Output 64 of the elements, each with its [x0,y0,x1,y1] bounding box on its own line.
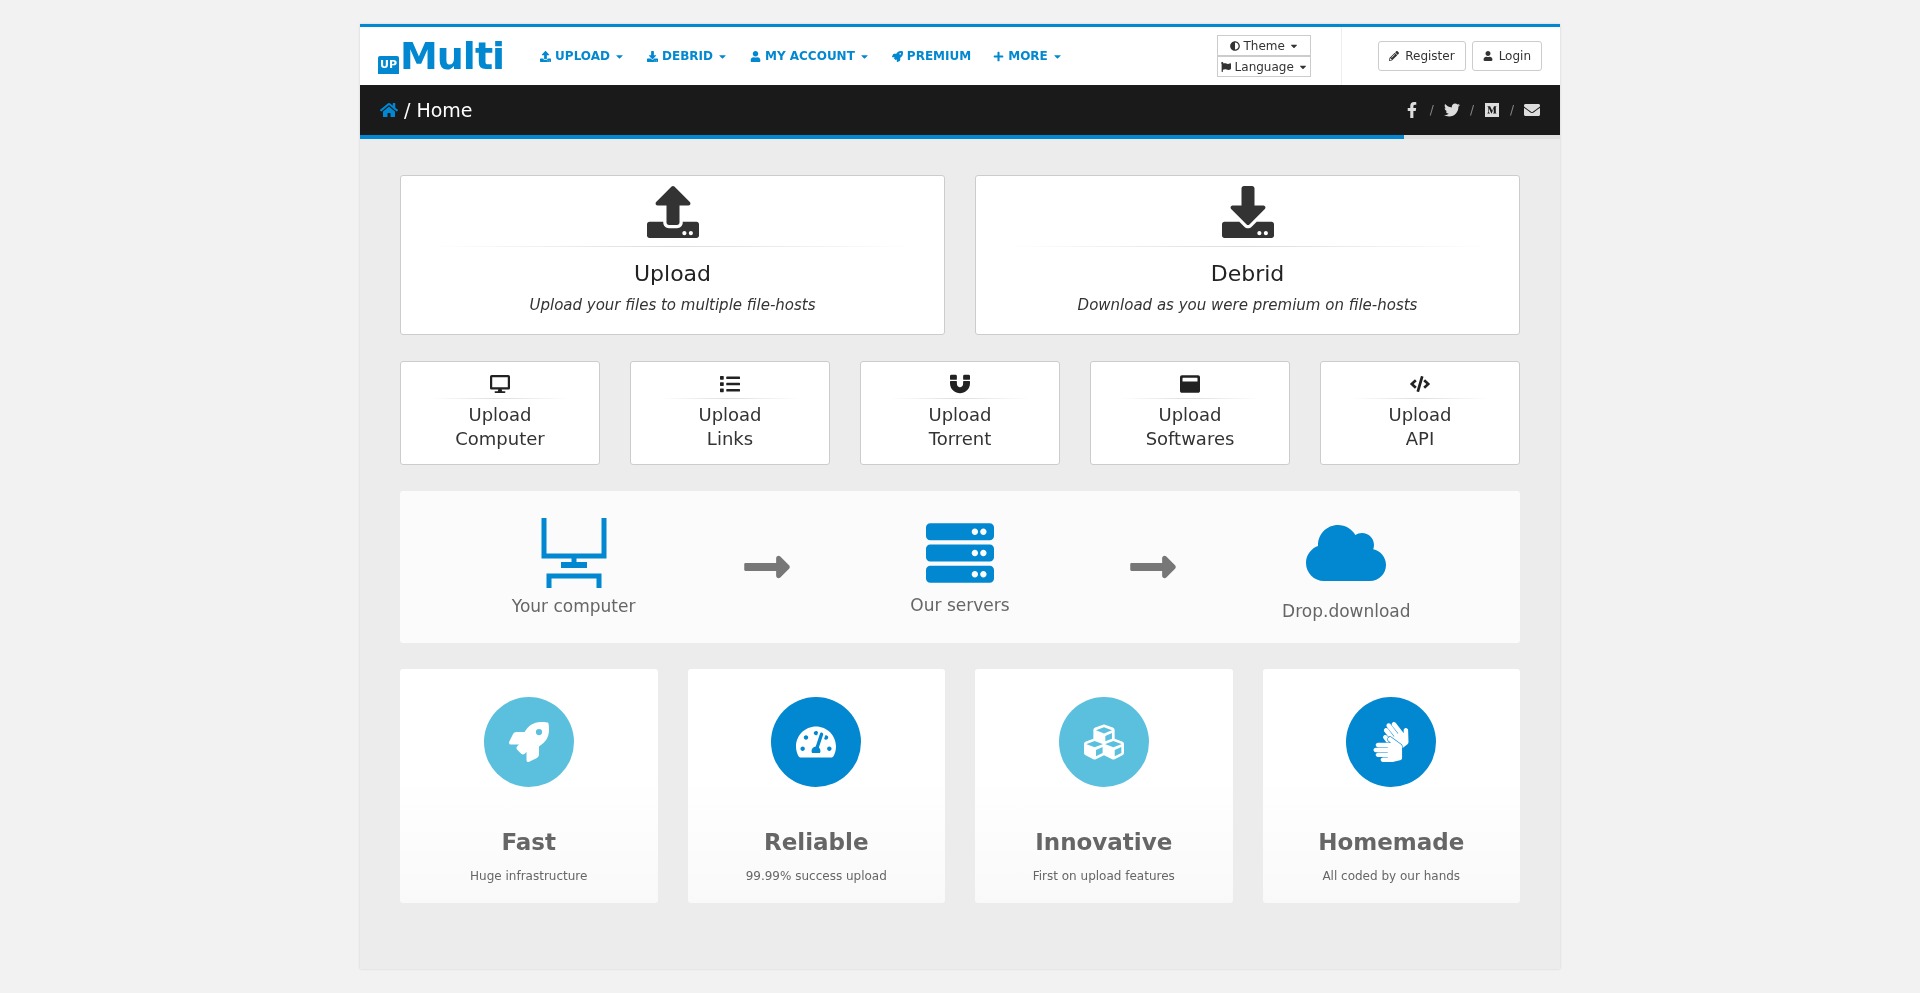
nav-link[interactable]: DEBRID [647,49,728,63]
upload-option-card[interactable]: Upload Softwares [1090,361,1290,465]
service-card[interactable]: Debrid Download as you were premium on file-hosts [975,175,1520,335]
flow-caption: Drop.download [1282,601,1411,621]
feature-title: Fast [501,829,557,855]
auth-button[interactable]: Login [1471,41,1542,71]
logo[interactable]: UP Multi [378,38,505,74]
card-title: Upload [633,261,712,286]
window-icon [1180,374,1200,394]
rocket-icon [891,50,903,62]
nav-link[interactable]: MY ACCOUNT [749,49,870,63]
feature-text: Huge infrastructure [470,869,588,883]
upload-icon [540,50,552,62]
option-label: Upload Links [698,403,762,451]
download-icon [647,50,658,62]
separator: / [1429,103,1434,117]
medium-icon[interactable] [1483,102,1500,118]
nav-link[interactable]: MORE [993,49,1063,63]
contrast-icon [1229,40,1240,51]
monitor-icon [540,518,607,588]
upload-option-card[interactable]: Upload Links [630,361,830,465]
feature-title: Homemade [1318,829,1465,855]
dropdown-button[interactable]: Language [1217,56,1312,77]
upload-option-card[interactable]: Upload API [1320,361,1520,465]
feature-text: All coded by our hands [1322,869,1461,883]
card-subtitle: Download as you were premium on file-hosts [1077,296,1418,314]
feature-text: First on upload features [1032,869,1175,883]
dropdown-button[interactable]: Theme [1217,35,1312,56]
nav-link[interactable]: PREMIUM [891,49,972,63]
user-icon [1482,51,1493,61]
upload-icon [646,186,699,238]
upload-option-card[interactable]: Upload Torrent [860,361,1060,465]
code-icon [1410,374,1430,394]
feature-title: Reliable [763,829,869,855]
download-icon [1221,186,1274,238]
feature-title: Innovative [1035,829,1173,855]
magnet-icon [950,374,970,394]
feature-text: 99.99% success upload [745,869,887,883]
auth-button[interactable]: Register [1378,41,1466,71]
envelope-icon[interactable] [1524,102,1540,118]
breadcrumb: / Home [404,99,473,121]
home-icon[interactable] [380,101,398,119]
nav-link[interactable]: UPLOAD [540,49,625,63]
list-icon [720,374,740,394]
option-label: Upload Softwares [1145,403,1235,451]
twitter-icon[interactable] [1443,102,1460,118]
flow-caption: Your computer [511,596,636,616]
flag-icon [1220,61,1231,72]
pencil-icon [1389,51,1400,61]
upload-option-card[interactable]: Upload Computer [400,361,600,465]
cubes-icon [1083,722,1124,762]
option-label: Upload Computer [455,403,545,451]
service-card[interactable]: Upload Upload your files to multiple file-hosts [400,175,945,335]
plus-icon [993,50,1005,62]
card-subtitle: Upload your files to multiple file-hosts [529,296,816,314]
flow-caption: Our servers [910,595,1010,615]
rocket-icon [508,722,549,762]
option-label: Upload API [1388,403,1452,451]
separator: / [1509,103,1514,117]
option-label: Upload Torrent [928,403,992,451]
separator: / [1469,103,1474,117]
desktop-icon [490,374,510,394]
user-icon [749,50,761,62]
card-title: Debrid [1210,261,1285,286]
